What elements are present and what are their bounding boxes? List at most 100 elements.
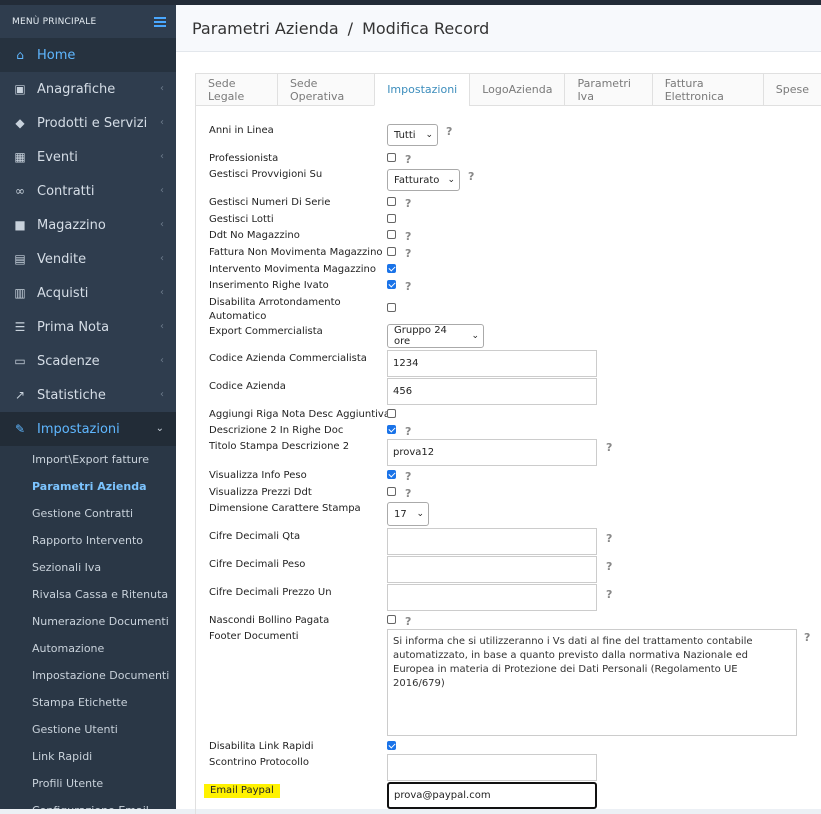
- sidebar-item-impostazioni[interactable]: ✎ Impostazioni ⌄: [0, 412, 176, 446]
- hamburger-icon[interactable]: [154, 16, 166, 27]
- titolo-stampa-input[interactable]: prova12: [387, 439, 597, 466]
- wrench-icon: ✎: [14, 422, 26, 436]
- help-icon[interactable]: ?: [606, 441, 612, 454]
- field-label: Gestisci Provvigioni Su: [209, 169, 323, 180]
- field-label: Titolo Stampa Descrizione 2: [209, 441, 350, 452]
- nascondi-bollino-checkbox[interactable]: [387, 615, 396, 624]
- chevron-left-icon: ‹: [160, 117, 164, 128]
- submenu-item[interactable]: Stampa Etichette: [0, 689, 176, 716]
- sidebar-item-label: Statistiche: [37, 387, 106, 403]
- chevron-left-icon: ‹: [160, 83, 164, 94]
- tab-impostazioni[interactable]: Impostazioni: [374, 73, 471, 106]
- submenu-item[interactable]: Profili Utente: [0, 770, 176, 797]
- aggiungi-riga-nota-checkbox[interactable]: [387, 409, 396, 418]
- help-icon[interactable]: ?: [405, 487, 411, 500]
- help-icon[interactable]: ?: [606, 532, 612, 545]
- help-icon[interactable]: ?: [606, 560, 612, 573]
- sidebar-item-anagrafiche[interactable]: ▣ Anagrafiche ‹: [0, 72, 176, 106]
- sidebar-item-acquisti[interactable]: ▥ Acquisti ‹: [0, 276, 176, 310]
- help-icon[interactable]: ?: [405, 280, 411, 293]
- sidebar-item-prima-nota[interactable]: ☰ Prima Nota ‹: [0, 310, 176, 344]
- submenu-item[interactable]: Gestione Utenti: [0, 716, 176, 743]
- tab-parametri-iva[interactable]: Parametri Iva: [564, 73, 653, 106]
- submenu-item[interactable]: Link Rapidi: [0, 743, 176, 770]
- help-icon[interactable]: ?: [405, 425, 411, 438]
- export-commercialista-select[interactable]: Gruppo 24 ore ⌄: [387, 324, 484, 348]
- footer-documenti-textarea[interactable]: Si informa che si utilizzeranno i Vs dat…: [387, 629, 797, 736]
- submenu-item[interactable]: Automazione: [0, 635, 176, 662]
- submenu-item[interactable]: Gestione Contratti: [0, 500, 176, 527]
- help-icon[interactable]: ?: [405, 615, 411, 628]
- descrizione2-checkbox[interactable]: [387, 425, 396, 434]
- cifre-peso-input[interactable]: [387, 556, 597, 583]
- help-icon[interactable]: ?: [405, 197, 411, 210]
- submenu-item[interactable]: Import\Export fatture: [0, 446, 176, 473]
- email-paypal-input[interactable]: prova@paypal.com: [387, 782, 597, 809]
- sidebar-item-prodotti[interactable]: ◆ Prodotti e Servizi ‹: [0, 106, 176, 140]
- intervento-movimenta-checkbox[interactable]: [387, 264, 396, 273]
- numeri-serie-checkbox[interactable]: [387, 197, 396, 206]
- link-rapidi-checkbox[interactable]: [387, 741, 396, 750]
- tab-sede-operativa[interactable]: Sede Operativa: [276, 73, 376, 106]
- submenu-item[interactable]: Rivalsa Cassa e Ritenuta: [0, 581, 176, 608]
- righe-ivato-checkbox[interactable]: [387, 280, 396, 289]
- arrotondamento-checkbox[interactable]: [387, 303, 396, 312]
- cifre-qta-input[interactable]: [387, 528, 597, 555]
- sidebar-item-statistiche[interactable]: ↗ Statistiche ‹: [0, 378, 176, 412]
- submenu-item[interactable]: Configurazione Email: [0, 797, 176, 809]
- sidebar-title: MENÙ PRINCIPALE: [12, 16, 97, 27]
- chevron-left-icon: ‹: [160, 151, 164, 162]
- help-icon[interactable]: ?: [468, 170, 474, 183]
- tab-logo-azienda[interactable]: LogoAzienda: [469, 73, 566, 106]
- submenu-item[interactable]: Numerazione Documenti: [0, 608, 176, 635]
- chevron-left-icon: ‹: [160, 355, 164, 366]
- tab-spese[interactable]: Spese: [762, 73, 821, 106]
- field-label: Cifre Decimali Prezzo Un: [209, 587, 332, 598]
- info-peso-checkbox[interactable]: [387, 470, 396, 479]
- help-icon[interactable]: ?: [804, 631, 810, 644]
- lotti-checkbox[interactable]: [387, 214, 396, 223]
- chevron-left-icon: ‹: [160, 219, 164, 230]
- help-icon[interactable]: ?: [405, 470, 411, 483]
- address-card-icon: ▣: [14, 82, 26, 96]
- main-content: Parametri Azienda / Modifica Record Sede…: [176, 5, 821, 814]
- professionista-checkbox[interactable]: [387, 153, 396, 162]
- fattura-non-movimenta-checkbox[interactable]: [387, 247, 396, 256]
- sidebar-item-scadenze[interactable]: ▭ Scadenze ‹: [0, 344, 176, 378]
- submenu-item[interactable]: Impostazione Documenti: [0, 662, 176, 689]
- cifre-prezzo-input[interactable]: [387, 584, 597, 611]
- ddt-no-magazzino-checkbox[interactable]: [387, 230, 396, 239]
- provvigioni-select[interactable]: Fatturato ⌄: [387, 169, 460, 191]
- anni-in-linea-select[interactable]: Tutti ⌄: [387, 124, 438, 146]
- help-icon[interactable]: ?: [405, 247, 411, 260]
- sidebar-item-contratti[interactable]: ∞ Contratti ‹: [0, 174, 176, 208]
- tab-fattura-elettronica[interactable]: Fattura Elettronica: [651, 73, 764, 106]
- help-icon[interactable]: ?: [405, 230, 411, 243]
- help-icon[interactable]: ?: [446, 125, 452, 138]
- field-label: Disabilita Link Rapidi: [209, 741, 314, 752]
- form-row: Visualizza Info Peso ?: [209, 469, 809, 483]
- codice-azienda-commercialista-input[interactable]: 1234: [387, 350, 597, 377]
- sidebar-item-magazzino[interactable]: ■ Magazzino ‹: [0, 208, 176, 242]
- chart-line-icon: ↗: [14, 388, 26, 402]
- help-icon[interactable]: ?: [606, 588, 612, 601]
- field-label: Codice Azienda Commercialista: [209, 353, 367, 364]
- sidebar-item-vendite[interactable]: ▤ Vendite ‹: [0, 242, 176, 276]
- submenu-item[interactable]: Rapporto Intervento: [0, 527, 176, 554]
- help-icon[interactable]: ?: [405, 153, 411, 166]
- dimensione-carattere-select[interactable]: 17 ⌄: [387, 502, 429, 526]
- scontrino-protocollo-input[interactable]: [387, 754, 597, 781]
- sidebar-item-eventi[interactable]: ▦ Eventi ‹: [0, 140, 176, 174]
- form-row: Disabilita Link Rapidi: [209, 740, 809, 752]
- field-label: Export Commercialista: [209, 326, 323, 337]
- sidebar-item-home[interactable]: ⌂ Home: [0, 38, 176, 72]
- page-title: Parametri Azienda / Modifica Record: [176, 5, 821, 52]
- breadcrumb-current: Modifica Record: [362, 18, 490, 38]
- submenu-item-active[interactable]: Parametri Azienda: [0, 473, 176, 500]
- prezzi-ddt-checkbox[interactable]: [387, 487, 396, 496]
- tab-sede-legale[interactable]: Sede Legale: [195, 73, 278, 106]
- codice-azienda-input[interactable]: 456: [387, 378, 597, 405]
- money-icon: ▭: [14, 354, 26, 368]
- submenu-item[interactable]: Sezionali Iva: [0, 554, 176, 581]
- sidebar-item-label: Prima Nota: [37, 319, 110, 335]
